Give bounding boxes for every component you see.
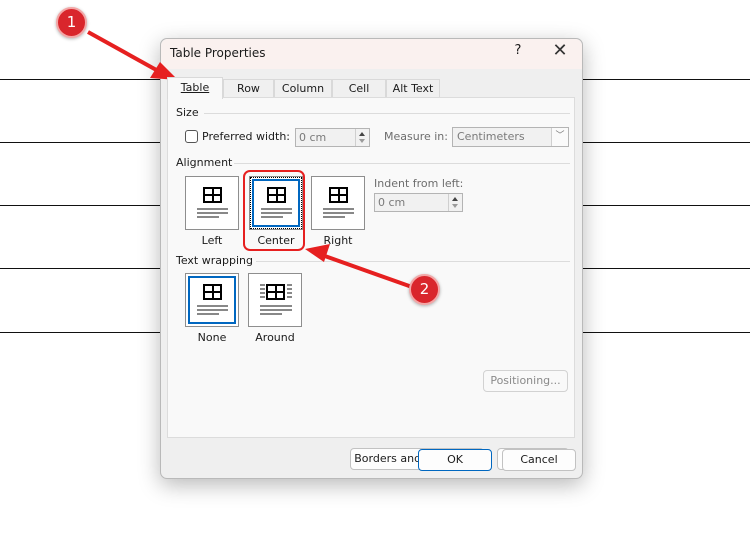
tab-label: Table	[180, 81, 210, 94]
arrow-2	[305, 244, 413, 289]
step-badge-1: 1	[56, 7, 87, 38]
step-badge-2: 2	[409, 274, 440, 305]
arrow-1	[87, 30, 178, 80]
annotation-arrows	[87, 30, 413, 289]
tab-table[interactable]: Table	[167, 77, 223, 99]
